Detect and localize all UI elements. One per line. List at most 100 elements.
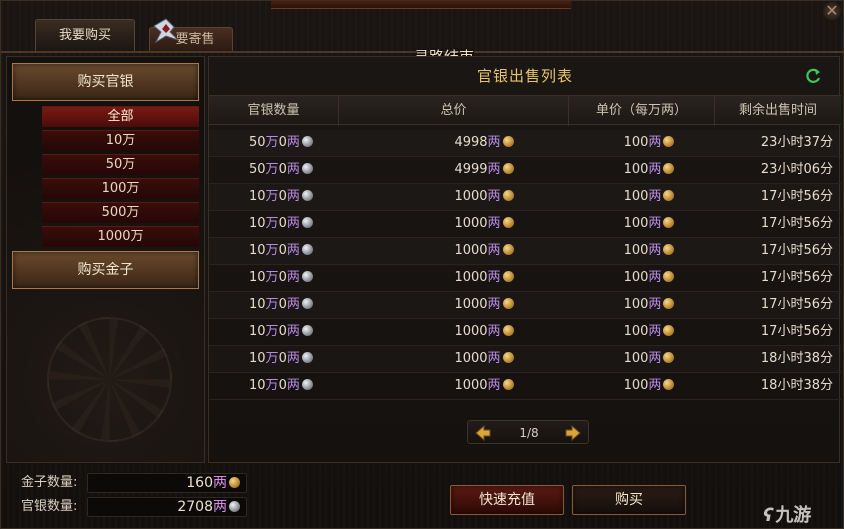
watermark-text: 九游 <box>775 505 812 526</box>
gold-coin-icon <box>502 136 514 147</box>
cell-quantity: 10万0两 <box>249 373 369 399</box>
cell-unit-price: 100两 <box>579 373 719 399</box>
unit-price-value: 100 <box>623 324 649 339</box>
qty-unit-liang: 两 <box>286 351 300 366</box>
qty-unit-liang: 两 <box>286 189 300 204</box>
amount-filter-all[interactable]: 全部 <box>42 106 199 127</box>
qty-zero: 0 <box>278 270 287 285</box>
table-row[interactable]: 10万0两 1000两 100两 17小时56分 <box>209 319 841 346</box>
qty-unit-wan: 万 <box>265 297 279 312</box>
qty-unit-wan: 万 <box>265 243 279 258</box>
gold-coin-icon <box>663 217 675 228</box>
gold-unit: 两 <box>213 475 227 491</box>
gold-coin-icon <box>502 379 514 390</box>
qty-unit-liang: 两 <box>286 162 300 177</box>
amount-filter-500k[interactable]: 50万 <box>42 154 199 175</box>
table-row[interactable]: 10万0两 1000两 100两 17小时56分 <box>209 211 841 238</box>
unit-price-unit: 两 <box>648 270 662 285</box>
silver-coin-icon <box>301 271 313 282</box>
cell-unit-price: 100两 <box>579 157 719 183</box>
list-title: 官银出售列表 <box>476 67 573 85</box>
total-unit: 两 <box>487 324 501 339</box>
silver-count-label: 官银数量: <box>21 499 78 514</box>
total-value: 1000 <box>454 189 488 204</box>
gold-coin-icon <box>663 325 675 336</box>
buy-button[interactable]: 购买 <box>572 485 686 515</box>
table-row[interactable]: 50万0两 4999两 100两 23小时06分 <box>209 157 841 184</box>
gold-coin-icon <box>502 217 514 228</box>
total-unit: 两 <box>487 243 501 258</box>
table-row[interactable]: 10万0两 1000两 100两 17小时56分 <box>209 265 841 292</box>
table-row[interactable]: 10万0两 1000两 100两 17小时56分 <box>209 184 841 211</box>
gold-coin-icon <box>502 325 514 336</box>
gold-coin-icon <box>663 298 675 309</box>
cell-unit-price: 100两 <box>579 130 719 156</box>
total-value: 1000 <box>454 270 488 285</box>
refresh-icon[interactable] <box>804 67 822 85</box>
silver-coin-icon <box>301 325 313 336</box>
sun-ornament-icon <box>47 317 172 442</box>
silver-unit: 两 <box>213 499 227 515</box>
silver-coin-icon <box>301 379 313 390</box>
total-unit: 两 <box>487 270 501 285</box>
table-row[interactable]: 50万0两 4998两 100两 23小时37分 <box>209 130 841 157</box>
cell-remaining-time: 17小时56分 <box>760 243 833 258</box>
cell-unit-price: 100两 <box>579 346 719 372</box>
cell-remaining-time: 23小时37分 <box>760 135 833 150</box>
qty-unit-wan: 万 <box>265 351 279 366</box>
header-remaining-time[interactable]: 剩余出售时间 <box>715 96 841 126</box>
unit-price-unit: 两 <box>648 378 662 393</box>
amount-filter-5m[interactable]: 500万 <box>42 202 199 223</box>
buy-silver-button[interactable]: 购买官银 <box>12 63 199 101</box>
qty-unit-liang: 两 <box>286 216 300 231</box>
watermark-logo-icon: ʕ <box>763 505 774 526</box>
qty-number: 10 <box>249 270 266 285</box>
gold-coin-icon <box>502 163 514 174</box>
table-row[interactable]: 10万0两 1000两 100两 18小时38分 <box>209 373 841 400</box>
tab-buy[interactable]: 我要购买 <box>35 19 135 51</box>
cell-total-price: 4998两 <box>409 130 559 156</box>
buy-gold-button[interactable]: 购买金子 <box>12 251 199 289</box>
silver-count-value: 2708两 <box>87 497 247 517</box>
cell-quantity: 10万0两 <box>249 238 369 264</box>
silver-amount: 2708 <box>177 499 213 515</box>
tab-sell[interactable]: 要寄售 <box>149 18 233 51</box>
gold-coin-icon <box>502 352 514 363</box>
gold-coin-icon <box>663 136 675 147</box>
amount-filter-1m[interactable]: 100万 <box>42 178 199 199</box>
qty-number: 50 <box>249 162 266 177</box>
quick-recharge-button[interactable]: 快速充值 <box>450 485 564 515</box>
gold-coin-icon <box>663 271 675 282</box>
total-unit: 两 <box>487 216 501 231</box>
cell-remaining-time: 18小时38分 <box>760 378 833 393</box>
unit-price-unit: 两 <box>648 216 662 231</box>
amount-filter-100k[interactable]: 10万 <box>42 130 199 151</box>
qty-number: 10 <box>249 351 266 366</box>
cell-unit-price: 100两 <box>579 292 719 318</box>
gold-amount: 160 <box>186 475 213 491</box>
cell-total-price: 4999两 <box>409 157 559 183</box>
table-row[interactable]: 10万0两 1000两 100两 17小时56分 <box>209 292 841 319</box>
table-row[interactable]: 10万0两 1000两 100两 18小时38分 <box>209 346 841 373</box>
close-icon[interactable]: ✕ <box>823 2 841 20</box>
unit-price-unit: 两 <box>648 189 662 204</box>
header-unit-price[interactable]: 单价（每万两） <box>569 96 715 126</box>
qty-number: 10 <box>249 243 266 258</box>
total-unit: 两 <box>487 351 501 366</box>
table-row[interactable]: 10万0两 1000两 100两 17小时56分 <box>209 238 841 265</box>
unit-price-value: 100 <box>623 351 649 366</box>
header-total-price[interactable]: 总价 <box>339 96 569 126</box>
amount-filter-10m[interactable]: 1000万 <box>42 226 199 247</box>
cell-remaining-time: 17小时56分 <box>760 297 833 312</box>
gold-coin-icon <box>663 352 675 363</box>
cell-remaining-time: 17小时56分 <box>760 216 833 231</box>
next-page-icon[interactable] <box>564 424 582 442</box>
silver-coin-icon <box>301 190 313 201</box>
qty-unit-wan: 万 <box>265 189 279 204</box>
qty-number: 50 <box>249 135 266 150</box>
gem-icon <box>153 18 179 44</box>
listing-rows: 50万0两 4998两 100两 23小时37分 50万0两 4999两 100两 23小时0… <box>209 130 841 400</box>
unit-price-value: 100 <box>623 135 649 150</box>
header-quantity[interactable]: 官银数量 <box>209 96 339 126</box>
qty-unit-wan: 万 <box>265 135 279 150</box>
